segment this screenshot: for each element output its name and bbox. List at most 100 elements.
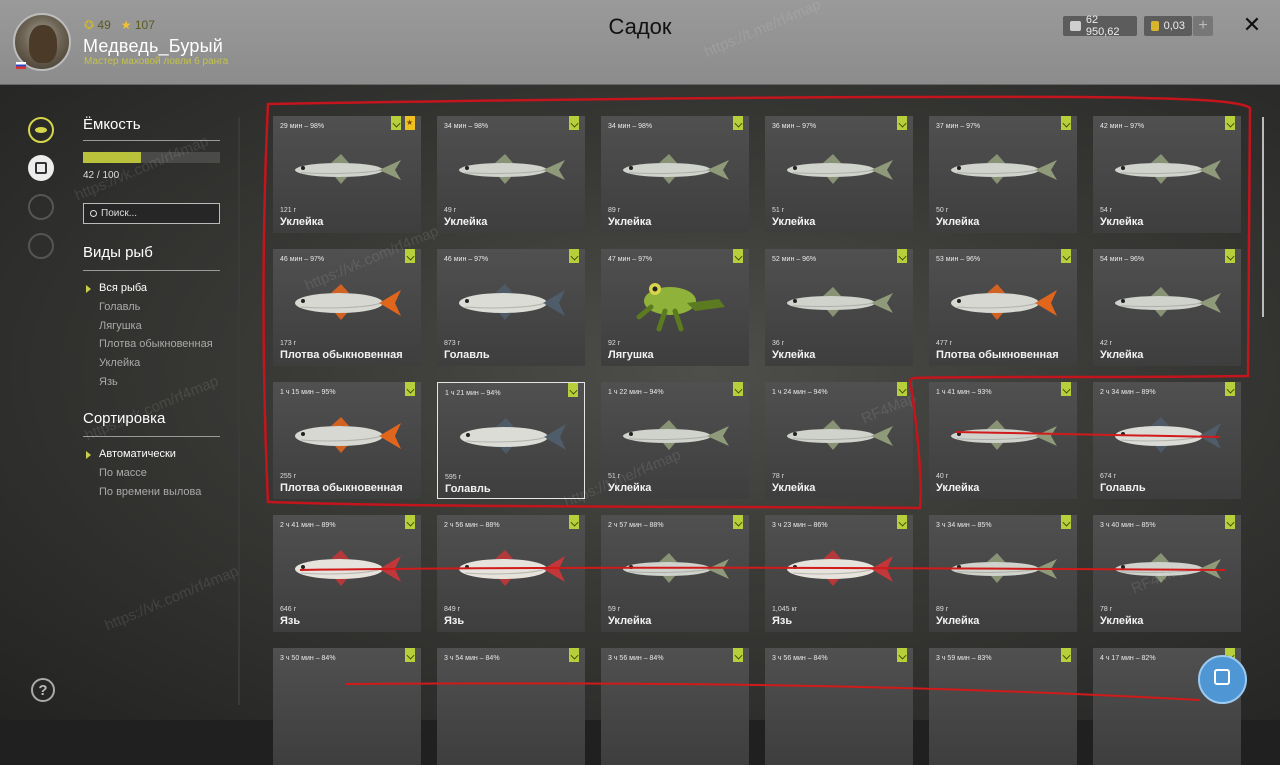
fish-weight: 477 г <box>936 340 953 347</box>
scrollbar[interactable] <box>1262 117 1264 317</box>
cursor-mode-icon[interactable] <box>1198 655 1247 704</box>
keep-tag-icon <box>405 648 415 662</box>
species-filter-frog[interactable]: Лягушка <box>99 320 142 332</box>
keep-tag-icon <box>405 515 415 529</box>
keep-tag-icon <box>391 116 401 130</box>
fish-name: Язь <box>772 615 793 627</box>
species-filter-ide[interactable]: Язь <box>99 376 118 388</box>
keep-tag-icon <box>569 648 579 662</box>
species-filter-bleak[interactable]: Уклейка <box>99 357 140 369</box>
fish-weight: 89 г <box>936 606 949 613</box>
close-button[interactable]: ✕ <box>1240 13 1264 37</box>
keep-tag-icon <box>1061 382 1071 396</box>
fish-card[interactable]: 29 мин – 98% 121 г Уклейка <box>273 116 421 233</box>
species-filter-chub[interactable]: Голавль <box>99 301 140 313</box>
add-gold-button[interactable]: + <box>1193 16 1213 36</box>
sort-by-time[interactable]: По времени вылова <box>99 486 201 498</box>
fish-card[interactable]: 1 ч 22 мин – 94% 51 г Уклейка <box>601 382 749 499</box>
help-icon[interactable]: ? <box>31 678 55 702</box>
fish-image <box>787 154 893 184</box>
gold-coin-icon <box>1151 21 1159 31</box>
fish-name: Голавль <box>445 483 491 495</box>
catch-time: 2 ч 34 мин – 89% <box>1100 389 1156 396</box>
fish-card[interactable]: 3 ч 56 мин – 84% <box>765 648 913 765</box>
fish-weight: 89 г <box>608 207 621 214</box>
fish-image <box>623 553 729 583</box>
fish-card[interactable]: 52 мин – 96% 36 г Уклейка <box>765 249 913 366</box>
fish-card[interactable]: 46 мин – 97% 873 г Голавль <box>437 249 585 366</box>
fish-card[interactable]: 42 мин – 97% 54 г Уклейка <box>1093 116 1241 233</box>
fish-card[interactable]: 54 мин – 96% 42 г Уклейка <box>1093 249 1241 366</box>
fish-weight: 36 г <box>772 340 785 347</box>
fish-card[interactable]: 46 мин – 97% 173 г Плотва обыкновенная <box>273 249 421 366</box>
fish-image <box>787 550 893 586</box>
fish-name: Голавль <box>1100 482 1146 494</box>
fish-image <box>459 284 565 320</box>
fish-name: Уклейка <box>1100 349 1144 361</box>
gold-amount: 0,03 <box>1163 20 1185 32</box>
silver-amount: 62 950,62 <box>1085 14 1120 38</box>
fish-image <box>1115 154 1221 184</box>
fish-name: Уклейка <box>608 216 652 228</box>
fish-weight: 54 г <box>1100 207 1113 214</box>
keep-tag-icon <box>733 515 743 529</box>
keep-tag-icon <box>1225 249 1235 263</box>
fish-card[interactable]: 34 мин – 98% 49 г Уклейка <box>437 116 585 233</box>
fish-image <box>459 154 565 184</box>
keep-tag-icon <box>733 382 743 396</box>
fish-card[interactable]: 3 ч 59 мин – 83% <box>929 648 1077 765</box>
russia-flag-icon <box>16 62 26 69</box>
fish-card[interactable]: 1 ч 15 мин – 95% 255 г Плотва обыкновенная <box>273 382 421 499</box>
fish-card[interactable]: 2 ч 41 мин – 89% 646 г Язь <box>273 515 421 632</box>
fish-card[interactable]: 3 ч 54 мин – 84% <box>437 648 585 765</box>
keep-tag-icon <box>569 249 579 263</box>
fish-image <box>295 550 401 586</box>
keep-tag-icon <box>733 116 743 130</box>
fish-image <box>295 154 401 184</box>
fish-card[interactable]: 34 мин – 98% 89 г Уклейка <box>601 116 749 233</box>
sort-auto[interactable]: Автоматически <box>86 448 176 460</box>
catch-time: 52 мин – 96% <box>772 256 817 263</box>
fish-card[interactable]: 3 ч 40 мин – 85% 78 г Уклейка <box>1093 515 1241 632</box>
fish-image <box>787 420 893 450</box>
fish-image <box>1115 287 1221 317</box>
catch-time: 3 ч 56 мин – 84% <box>608 655 664 662</box>
fish-card[interactable]: 3 ч 56 мин – 84% <box>601 648 749 765</box>
catch-time: 53 мин – 96% <box>936 256 981 263</box>
fish-card[interactable]: 2 ч 56 мин – 88% 849 г Язь <box>437 515 585 632</box>
fish-card[interactable]: 36 мин – 97% 51 г Уклейка <box>765 116 913 233</box>
bait-icon[interactable] <box>28 194 54 220</box>
fish-card[interactable]: 3 ч 34 мин – 85% 89 г Уклейка <box>929 515 1077 632</box>
species-filter-all[interactable]: Вся рыба <box>85 282 147 294</box>
divider <box>83 140 220 141</box>
fish-card[interactable]: 2 ч 57 мин – 88% 59 г Уклейка <box>601 515 749 632</box>
fish-weight: 674 г <box>1100 473 1117 480</box>
catch-time: 4 ч 17 мин – 82% <box>1100 655 1156 662</box>
player-rank: Мастер маховой ловли 6 ранга <box>84 56 229 67</box>
sort-by-weight[interactable]: По массе <box>99 467 147 479</box>
keep-tag-icon <box>1061 249 1071 263</box>
fish-card[interactable]: 47 мин – 97% 92 г Лягушка <box>601 249 749 366</box>
fish-name: Голавль <box>444 349 490 361</box>
fish-card[interactable]: 1 ч 21 мин – 94% 595 г Голавль <box>437 382 585 499</box>
search-input[interactable]: Поиск... <box>83 203 220 224</box>
fish-card[interactable]: 3 ч 23 мин – 86% 1,045 кг Язь <box>765 515 913 632</box>
fish-card[interactable]: 1 ч 24 мин – 94% 78 г Уклейка <box>765 382 913 499</box>
home-icon[interactable] <box>28 233 54 259</box>
catch-time: 54 мин – 96% <box>1100 256 1145 263</box>
silver-balance: 62 950,62 <box>1063 14 1137 38</box>
fish-card[interactable]: 3 ч 50 мин – 84% <box>273 648 421 765</box>
fish-card[interactable]: 1 ч 41 мин – 93% 40 г Уклейка <box>929 382 1077 499</box>
species-filter-roach[interactable]: Плотва обыкновенная <box>99 338 213 350</box>
fish-card[interactable]: 37 мин – 97% 50 г Уклейка <box>929 116 1077 233</box>
fish-image <box>951 420 1057 450</box>
frog-image <box>636 283 725 332</box>
catch-time: 2 ч 56 мин – 88% <box>444 522 500 529</box>
fish-card[interactable]: 53 мин – 96% 477 г Плотва обыкновенная <box>929 249 1077 366</box>
fish-card[interactable]: 2 ч 34 мин – 89% 674 г Голавль <box>1093 382 1241 499</box>
keepnet-icon[interactable] <box>28 155 54 181</box>
fish-name: Уклейка <box>772 216 816 228</box>
fish-icon[interactable] <box>28 117 54 143</box>
fish-weight: 51 г <box>608 473 621 480</box>
fish-name: Плотва обыкновенная <box>280 482 403 494</box>
